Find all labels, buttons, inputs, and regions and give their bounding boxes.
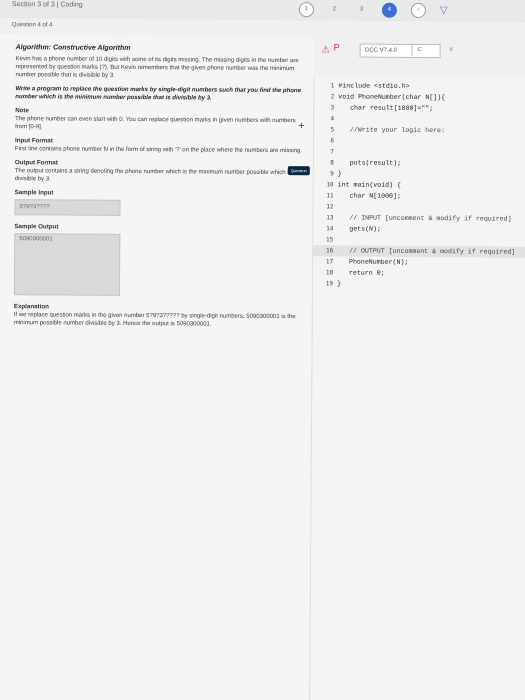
line-number: 1 — [330, 82, 335, 90]
screen: Section 3 of 3 | Coding 1 2 3 4 › ▽ Ques… — [0, 0, 525, 700]
problem-intro: Kevin has a phone number of 10 digits wi… — [15, 56, 299, 79]
sample-input-box: 5?9?3???? — [14, 199, 121, 216]
line-number: 11 — [326, 192, 334, 200]
explanation-text: If we replace question marks in the give… — [13, 312, 296, 328]
line-number: 7 — [330, 148, 334, 156]
step-1[interactable]: 1 — [298, 1, 314, 17]
chevron-down-icon[interactable]: ∨ — [449, 45, 454, 53]
line-number: 18 — [325, 269, 334, 277]
problem-title: Algorithm: Constructive Algorithm — [15, 44, 131, 52]
line-number: 15 — [326, 236, 334, 244]
code-text[interactable]: #include <stdio.h> void PhoneNumber(char … — [337, 80, 517, 290]
section-label: Section 3 of 3 | Coding — [11, 1, 83, 9]
code-line[interactable]: char N[1000]; — [338, 190, 516, 202]
language-tag: C — [411, 43, 427, 57]
question-counter: Question 4 of 4 — [11, 22, 53, 29]
question-side-tab[interactable]: Question — [287, 166, 310, 176]
line-number: 19 — [325, 280, 334, 288]
line-number: 3 — [330, 104, 335, 112]
funnel-icon[interactable]: ▽ — [440, 5, 448, 16]
sample-output-box: 5090300001 — [13, 233, 121, 296]
code-line[interactable]: char result[1000]=""; — [338, 102, 516, 114]
code-line[interactable]: //Write your logic here: — [338, 124, 516, 136]
output-format-text: The output contains a string denoting th… — [14, 168, 292, 183]
sample-output-heading: Sample Output — [14, 223, 59, 231]
step-3[interactable]: 3 — [355, 3, 368, 16]
line-number: 10 — [326, 181, 334, 189]
line-number: 17 — [325, 258, 334, 266]
step-2[interactable]: 2 — [328, 3, 341, 16]
plus-icon[interactable]: + — [298, 120, 305, 132]
code-editor[interactable]: + Question 1 2 3 4 5 6 7 8 9 10 11 12 13 14 15 16 17 18 19… — [287, 76, 525, 700]
line-number: 5 — [330, 126, 335, 134]
step-next[interactable]: › — [410, 2, 426, 18]
code-line[interactable]: puts(result); — [338, 157, 516, 169]
line-number: 9 — [330, 170, 334, 178]
warning-icon[interactable]: ⚠ — [322, 44, 330, 55]
code-line[interactable]: return 0; — [337, 267, 515, 279]
line-number-gutter: 1 2 3 4 5 6 7 8 9 10 11 12 13 14 15 16 17 18 19 — [313, 80, 335, 289]
code-line[interactable]: } — [337, 278, 515, 290]
line-number: 12 — [326, 203, 334, 211]
line-number: 2 — [330, 93, 335, 101]
line-number: 8 — [330, 159, 334, 167]
note-text: The phone number can even start with 0. … — [15, 116, 296, 131]
line-number: 6 — [330, 137, 335, 145]
photo-stage: Section 3 of 3 | Coding 1 2 3 4 › ▽ Ques… — [0, 0, 525, 700]
step-4[interactable]: 4 — [381, 2, 397, 18]
line-number: 4 — [330, 115, 335, 123]
problem-task: Write a program to replace the question … — [15, 86, 301, 102]
line-number: 14 — [326, 225, 334, 233]
problem-panel: Algorithm: Constructive Algorithm Kevin … — [0, 33, 314, 700]
problem-body: Algorithm: Constructive Algorithm Kevin … — [14, 44, 306, 335]
line-number: 13 — [326, 214, 334, 222]
code-line[interactable]: gets(N); — [337, 223, 515, 235]
question-stepper: 1 2 3 4 › ▽ — [298, 1, 448, 18]
line-number: 16 — [325, 247, 334, 255]
editor-toolbar: ⚠ P GCC V7.4.0 C ∨ — [313, 36, 525, 78]
sample-input-heading: Sample Input — [14, 189, 54, 197]
input-format-text: First line contains phone number N in th… — [14, 146, 303, 155]
language-select[interactable]: GCC V7.4.0 — [359, 43, 441, 59]
parking-icon[interactable]: P — [334, 42, 340, 52]
